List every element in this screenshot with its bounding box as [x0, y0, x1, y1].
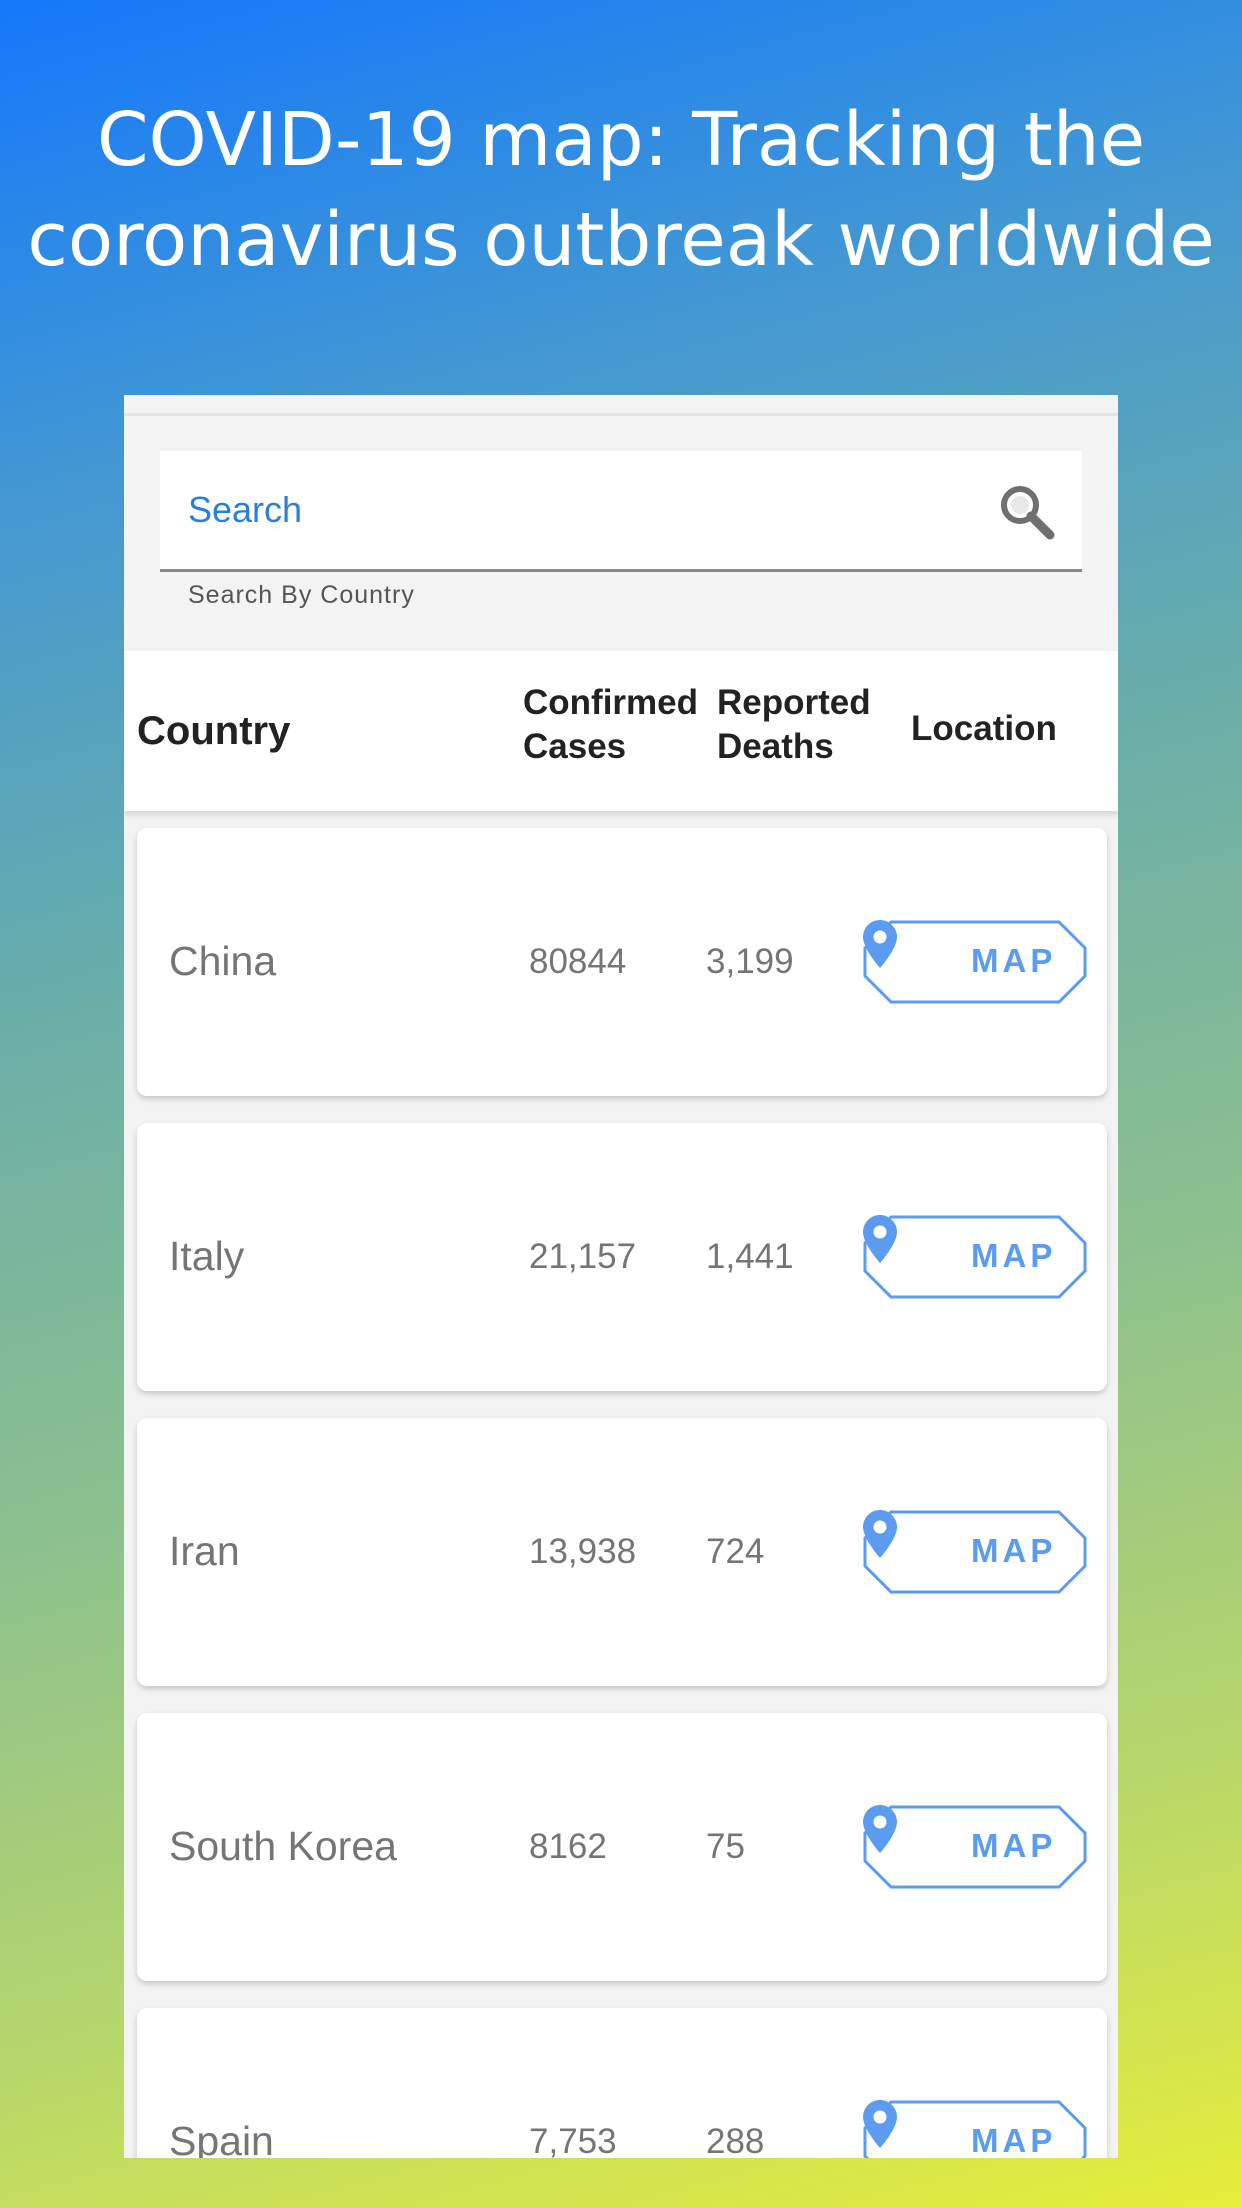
column-header-cases-line-2: Cases	[523, 727, 627, 766]
column-header-cases: Confirmed Cases	[523, 681, 698, 769]
app-screen: Search Search By Country Country Confirm…	[124, 395, 1118, 2158]
confirmed-cases: 8162	[529, 1827, 607, 1866]
reported-deaths: 724	[706, 1532, 765, 1571]
column-header-deaths-line-1: Reported	[717, 683, 871, 722]
column-header-country: Country	[137, 709, 291, 753]
column-header-cases-line-1: Confirmed	[523, 683, 698, 722]
reported-deaths: 3,199	[706, 942, 794, 981]
headline: COVID-19 map: Tracking the coronavirus o…	[0, 90, 1242, 290]
map-button[interactable]: MAP	[863, 1510, 1087, 1594]
confirmed-cases: 7,753	[529, 2122, 617, 2158]
column-header-location: Location	[911, 709, 1057, 748]
map-button-label: MAP	[971, 1532, 1057, 1569]
column-header-deaths-line-2: Deaths	[717, 727, 834, 766]
map-button[interactable]: MAP	[863, 2100, 1087, 2158]
map-button-label: MAP	[971, 1827, 1057, 1864]
search-placeholder: Search	[188, 489, 303, 530]
country-name: Iran	[169, 1528, 240, 1574]
map-button-label: MAP	[971, 942, 1057, 979]
country-name: Italy	[169, 1233, 245, 1279]
table-header: Country Confirmed Cases Reported Deaths …	[124, 651, 1118, 811]
search-icon[interactable]	[998, 483, 1056, 541]
map-button[interactable]: MAP	[863, 920, 1087, 1004]
table-row: Iran 13,938 724 MAP	[137, 1418, 1107, 1686]
location-pin-icon	[863, 2100, 897, 2148]
column-header-deaths: Reported Deaths	[717, 681, 871, 769]
reported-deaths: 288	[706, 2122, 765, 2158]
map-button[interactable]: MAP	[863, 1215, 1087, 1299]
headline-line-1: COVID-19 map: Tracking the	[96, 97, 1146, 183]
map-button-label: MAP	[971, 1237, 1057, 1274]
headline-line-2: coronavirus outbreak worldwide	[27, 197, 1215, 283]
country-name: South Korea	[169, 1823, 397, 1869]
table-row: Italy 21,157 1,441 MAP	[137, 1123, 1107, 1391]
location-pin-icon	[863, 1510, 897, 1558]
reported-deaths: 1,441	[706, 1237, 794, 1276]
confirmed-cases: 13,938	[529, 1532, 637, 1571]
table-row: South Korea 8162 75 MAP	[137, 1713, 1107, 1981]
location-pin-icon	[863, 920, 897, 968]
table-row: China 80844 3,199 MAP	[137, 828, 1107, 1096]
search-hint: Search By Country	[188, 581, 415, 609]
map-button[interactable]: MAP	[863, 1805, 1087, 1889]
country-name: Spain	[169, 2118, 274, 2158]
search-input[interactable]: Search	[160, 451, 1082, 572]
confirmed-cases: 80844	[529, 942, 627, 981]
map-button-label: MAP	[971, 2122, 1057, 2158]
location-pin-icon	[863, 1215, 897, 1263]
reported-deaths: 75	[706, 1827, 745, 1866]
location-pin-icon	[863, 1805, 897, 1853]
confirmed-cases: 21,157	[529, 1237, 637, 1276]
table-row: Spain 7,753 288 MAP	[137, 2008, 1107, 2158]
top-divider	[124, 413, 1118, 416]
country-name: China	[169, 938, 277, 984]
